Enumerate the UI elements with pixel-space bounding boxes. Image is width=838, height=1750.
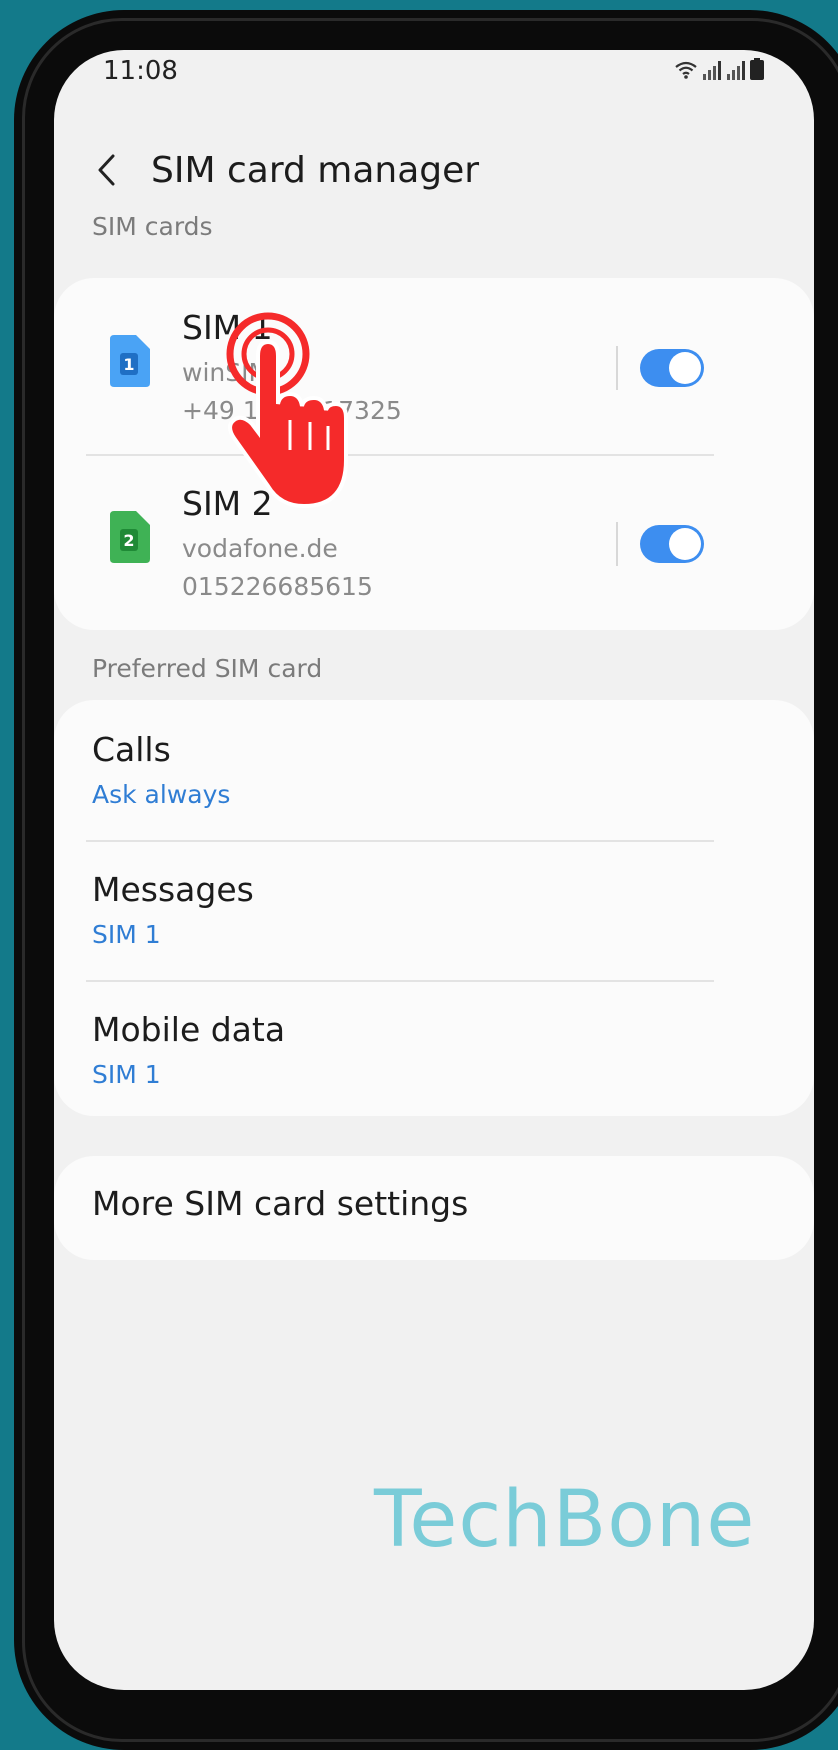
sim-1-toggle[interactable] xyxy=(640,349,704,387)
preferred-item-calls[interactable]: Calls Ask always xyxy=(54,700,814,840)
mobile-data-title: Mobile data xyxy=(92,1010,286,1049)
wifi-icon xyxy=(675,61,697,79)
status-icons xyxy=(674,58,764,80)
preferred-item-mobile-data[interactable]: Mobile data SIM 1 xyxy=(54,980,814,1116)
sim-row-1[interactable]: 1 SIM 1 winSIM +49 1514617325 xyxy=(54,278,814,454)
tap-hand-icon xyxy=(226,312,348,509)
page-title: SIM card manager xyxy=(151,150,480,191)
messages-title: Messages xyxy=(92,870,254,909)
sim-1-icon: 1 xyxy=(110,335,150,387)
sim-2-carrier: vodafone.de xyxy=(182,534,338,563)
sim-2-divider xyxy=(616,522,618,566)
sim-1-divider xyxy=(616,346,618,390)
sim-2-toggle[interactable] xyxy=(640,525,704,563)
section-header-preferred: Preferred SIM card xyxy=(92,654,323,683)
status-time: 11:08 xyxy=(103,56,178,86)
signal-icon xyxy=(727,61,745,80)
app-bar: SIM card manager xyxy=(54,130,814,210)
signal-icon xyxy=(703,61,721,80)
calls-title: Calls xyxy=(92,730,171,769)
watermark-logo: TechBone xyxy=(374,1475,756,1565)
mobile-data-value: SIM 1 xyxy=(92,1060,161,1089)
more-settings-card[interactable]: More SIM card settings xyxy=(54,1156,814,1260)
calls-value: Ask always xyxy=(92,780,231,809)
sim-2-icon: 2 xyxy=(110,511,150,563)
sim-2-badge: 2 xyxy=(123,531,134,550)
sim-1-toggle-knob xyxy=(669,352,701,384)
phone-screen: 11:08 SIM card manager SIM cards 1 SIM 1… xyxy=(54,50,814,1690)
battery-icon xyxy=(750,58,764,80)
preferred-sim-card: Calls Ask always Messages SIM 1 Mobile d… xyxy=(54,700,814,1116)
section-header-sim-cards: SIM cards xyxy=(92,212,213,241)
messages-value: SIM 1 xyxy=(92,920,161,949)
sim-2-toggle-knob xyxy=(669,528,701,560)
status-bar: 11:08 xyxy=(54,50,814,106)
more-settings-title: More SIM card settings xyxy=(92,1184,469,1223)
sim-cards-card: 1 SIM 1 winSIM +49 1514617325 2 SIM 2 vo… xyxy=(54,278,814,630)
sim-row-2[interactable]: 2 SIM 2 vodafone.de 015226685615 xyxy=(54,454,814,630)
sim-1-badge: 1 xyxy=(123,355,134,374)
preferred-item-messages[interactable]: Messages SIM 1 xyxy=(54,840,814,980)
sim-2-number: 015226685615 xyxy=(182,572,373,601)
chevron-left-icon[interactable] xyxy=(90,152,126,188)
